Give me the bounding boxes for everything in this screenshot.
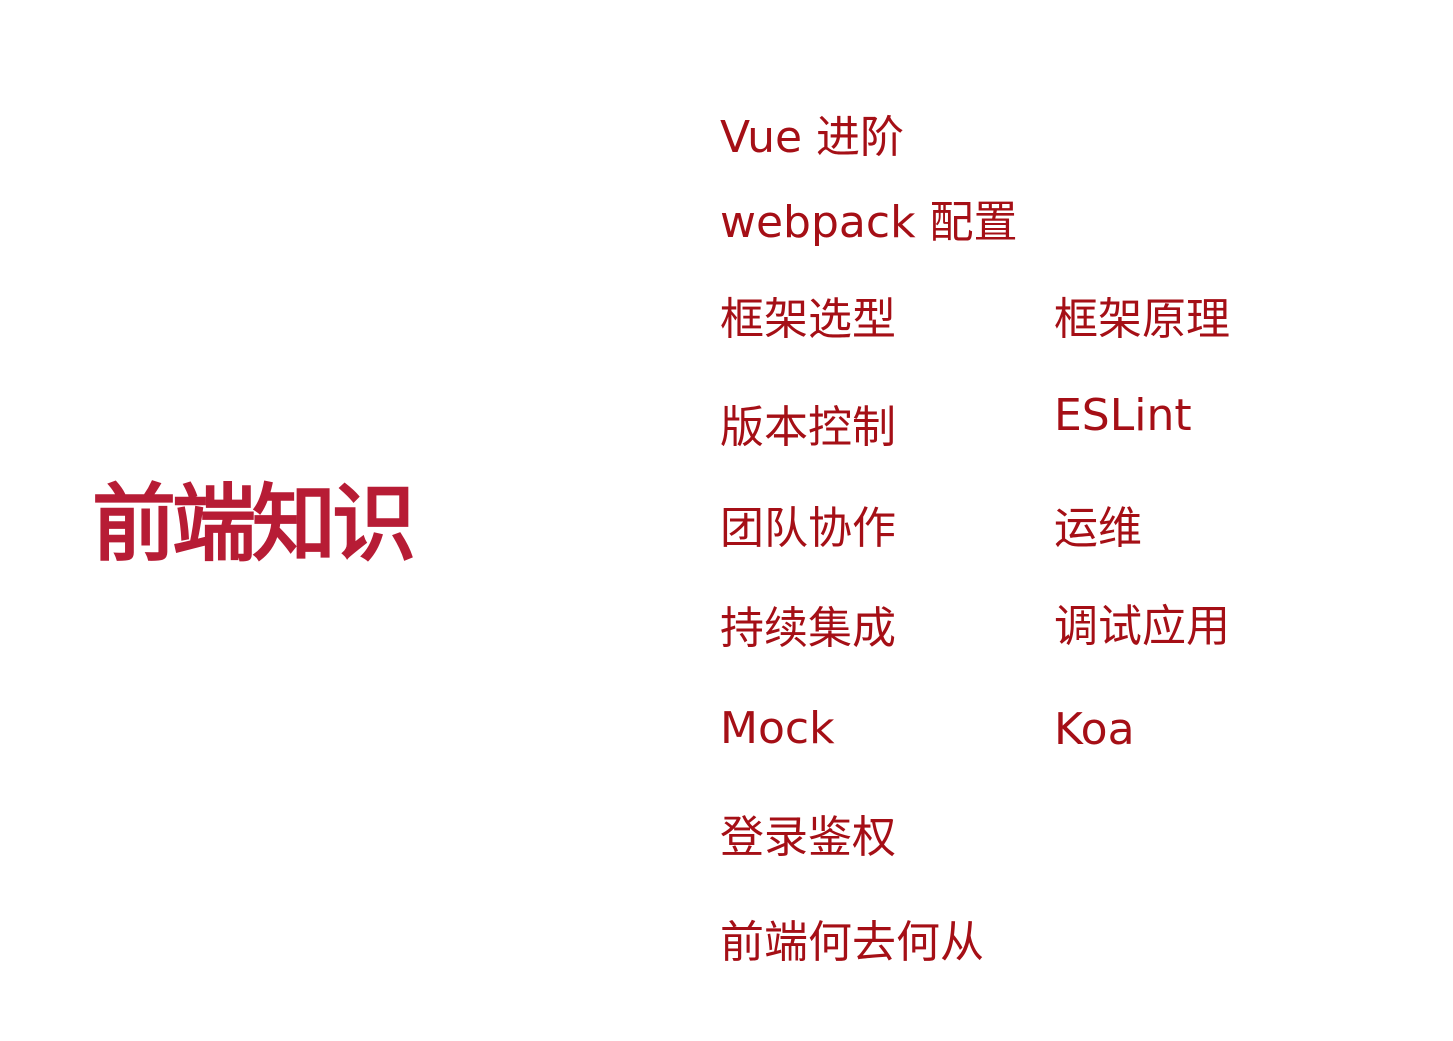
topic-vue: Vue 进阶 bbox=[720, 112, 905, 163]
slide: 前端知识 Vue 进阶 webpack 配置 框架选型 框架原理 版本控制 ES… bbox=[0, 0, 1453, 1041]
topic-devops: 运维 bbox=[1054, 503, 1142, 554]
slide-title: 前端知识 bbox=[92, 475, 416, 573]
topic-koa: Koa bbox=[1054, 704, 1135, 755]
topic-eslint: ESLint bbox=[1054, 390, 1192, 441]
topic-mock: Mock bbox=[720, 703, 835, 754]
topic-webpack: webpack 配置 bbox=[720, 197, 1018, 248]
topic-framework-principles: 框架原理 bbox=[1054, 294, 1230, 345]
topic-team-collaboration: 团队协作 bbox=[720, 503, 896, 554]
topic-debugging: 调试应用 bbox=[1054, 601, 1230, 652]
topic-framework-selection: 框架选型 bbox=[720, 294, 896, 345]
topic-continuous-integration: 持续集成 bbox=[720, 603, 896, 654]
topic-frontend-future: 前端何去何从 bbox=[720, 917, 984, 968]
topic-version-control: 版本控制 bbox=[720, 402, 896, 453]
topic-login-auth: 登录鉴权 bbox=[720, 812, 896, 863]
